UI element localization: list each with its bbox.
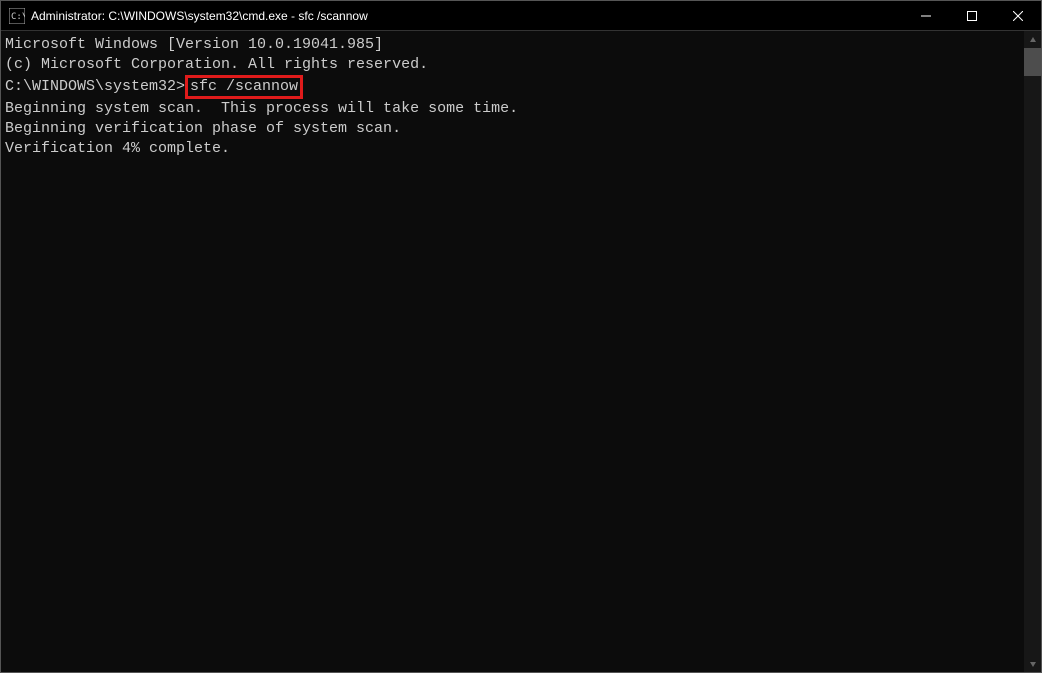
cmd-icon: C:\ <box>9 8 25 24</box>
terminal-area: Microsoft Windows [Version 10.0.19041.98… <box>1 31 1041 672</box>
vertical-scrollbar[interactable] <box>1024 31 1041 672</box>
output-line: Verification 4% complete. <box>5 139 1020 159</box>
maximize-button[interactable] <box>949 1 995 30</box>
window-title: Administrator: C:\WINDOWS\system32\cmd.e… <box>31 9 903 23</box>
window-controls <box>903 1 1041 30</box>
output-line: Microsoft Windows [Version 10.0.19041.98… <box>5 35 1020 55</box>
terminal-output[interactable]: Microsoft Windows [Version 10.0.19041.98… <box>1 31 1024 672</box>
command-highlight: sfc /scannow <box>185 75 303 99</box>
scroll-thumb[interactable] <box>1024 48 1041 76</box>
prompt-path: C:\WINDOWS\system32> <box>5 78 185 95</box>
scroll-track[interactable] <box>1024 48 1041 655</box>
scroll-down-button[interactable] <box>1024 655 1041 672</box>
prompt-line: C:\WINDOWS\system32>sfc /scannow <box>5 75 1020 99</box>
close-button[interactable] <box>995 1 1041 30</box>
scroll-up-button[interactable] <box>1024 31 1041 48</box>
svg-text:C:\: C:\ <box>11 12 25 22</box>
output-line: (c) Microsoft Corporation. All rights re… <box>5 55 1020 75</box>
output-line: Beginning verification phase of system s… <box>5 119 1020 139</box>
cmd-window: C:\ Administrator: C:\WINDOWS\system32\c… <box>0 0 1042 673</box>
output-line: Beginning system scan. This process will… <box>5 99 1020 119</box>
minimize-button[interactable] <box>903 1 949 30</box>
titlebar[interactable]: C:\ Administrator: C:\WINDOWS\system32\c… <box>1 1 1041 31</box>
